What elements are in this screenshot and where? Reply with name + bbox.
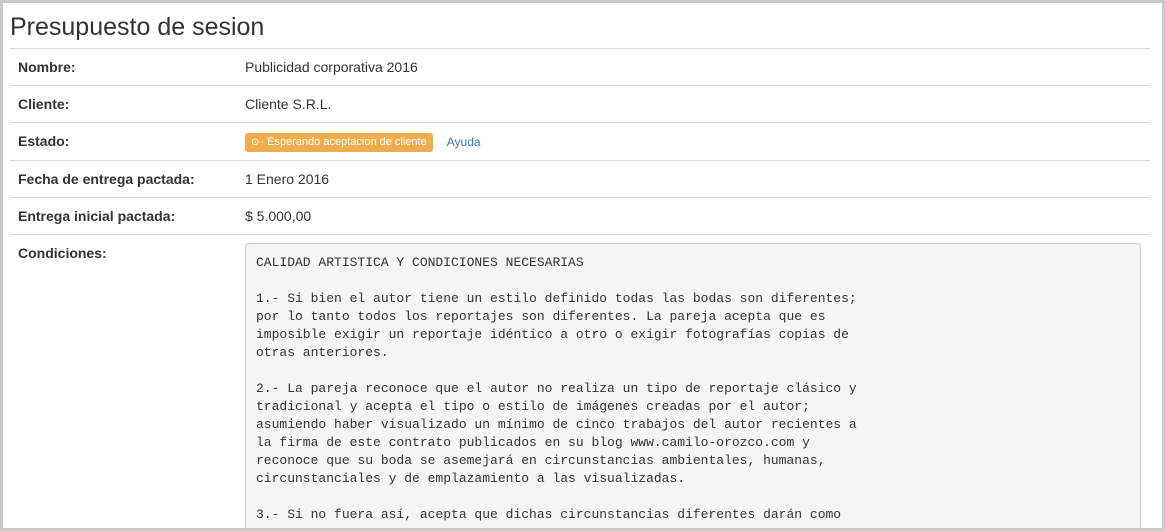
cliente-label: Cliente:	[10, 85, 245, 123]
cliente-value: Cliente S.R.L.	[245, 85, 1150, 123]
fecha-label: Fecha de entrega pactada:	[10, 160, 245, 198]
nombre-value: Publicidad corporativa 2016	[245, 48, 1150, 86]
row-cliente: Cliente: Cliente S.R.L.	[10, 85, 1150, 123]
estado-label: Estado:	[10, 122, 245, 161]
help-link[interactable]: Ayuda	[447, 135, 481, 149]
condiciones-text[interactable]: CALIDAD ARTISTICA Y CONDICIONES NECESARI…	[245, 243, 1141, 528]
row-fecha: Fecha de entrega pactada: 1 Enero 2016	[10, 160, 1150, 198]
clock-icon: ⊙	[251, 137, 260, 148]
row-estado: Estado: ⊙· Esperando aceptacion de clien…	[10, 122, 1150, 161]
condiciones-value: CALIDAD ARTISTICA Y CONDICIONES NECESARI…	[245, 234, 1150, 528]
condiciones-label: Condiciones:	[10, 234, 245, 528]
row-condiciones: Condiciones: CALIDAD ARTISTICA Y CONDICI…	[10, 234, 1150, 528]
entrega-label: Entrega inicial pactada:	[10, 197, 245, 235]
page-frame: Presupuesto de sesion Nombre: Publicidad…	[0, 0, 1165, 531]
details-table: Nombre: Publicidad corporativa 2016 Clie…	[10, 48, 1150, 528]
fecha-value: 1 Enero 2016	[245, 160, 1150, 198]
entrega-value: $ 5.000,00	[245, 197, 1150, 235]
row-entrega: Entrega inicial pactada: $ 5.000,00	[10, 197, 1150, 235]
row-nombre: Nombre: Publicidad corporativa 2016	[10, 48, 1150, 86]
page-title: Presupuesto de sesion	[10, 13, 265, 41]
status-badge: ⊙· Esperando aceptacion de cliente	[245, 133, 433, 152]
nombre-label: Nombre:	[10, 48, 245, 86]
status-badge-text: · Esperando aceptacion de cliente	[260, 136, 427, 148]
estado-value: ⊙· Esperando aceptacion de cliente Ayuda	[245, 122, 1150, 161]
